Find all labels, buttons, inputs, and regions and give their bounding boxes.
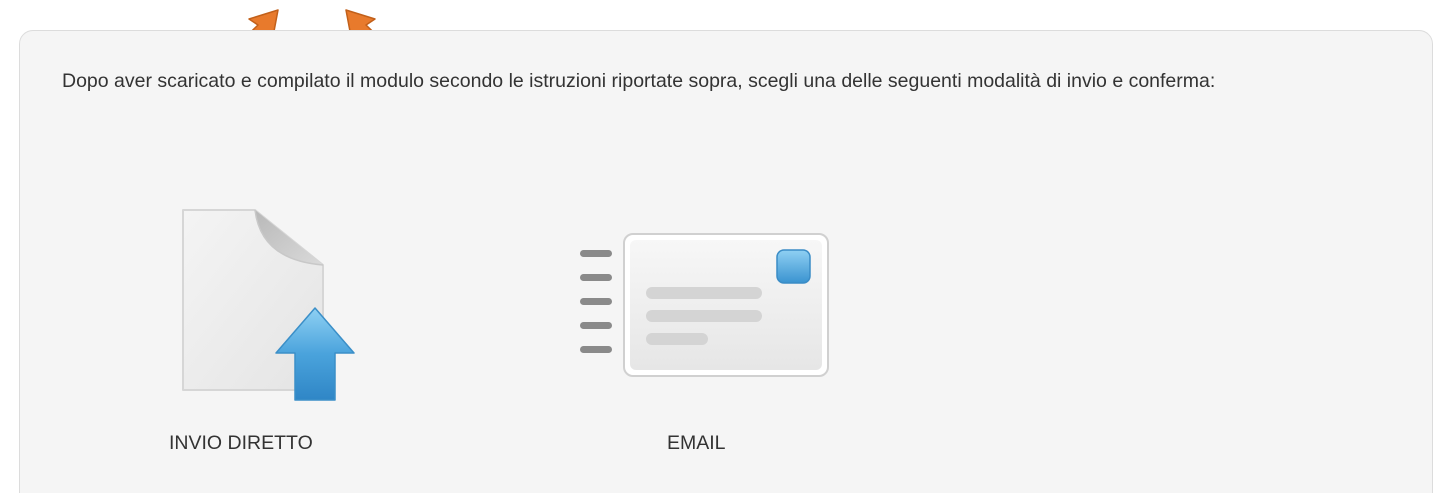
document-upload-icon [182,209,355,401]
page: Dopo aver scaricato e compilato il modul… [0,0,1434,493]
direct-send-option[interactable]: INVIO DIRETTO [150,200,380,470]
instructions-text: Dopo aver scaricato e compilato il modul… [62,70,1216,92]
email-envelope-icon [580,233,829,377]
email-option[interactable]: EMAIL [570,225,840,470]
direct-send-label: INVIO DIRETTO [169,432,313,454]
email-label: EMAIL [667,432,726,454]
